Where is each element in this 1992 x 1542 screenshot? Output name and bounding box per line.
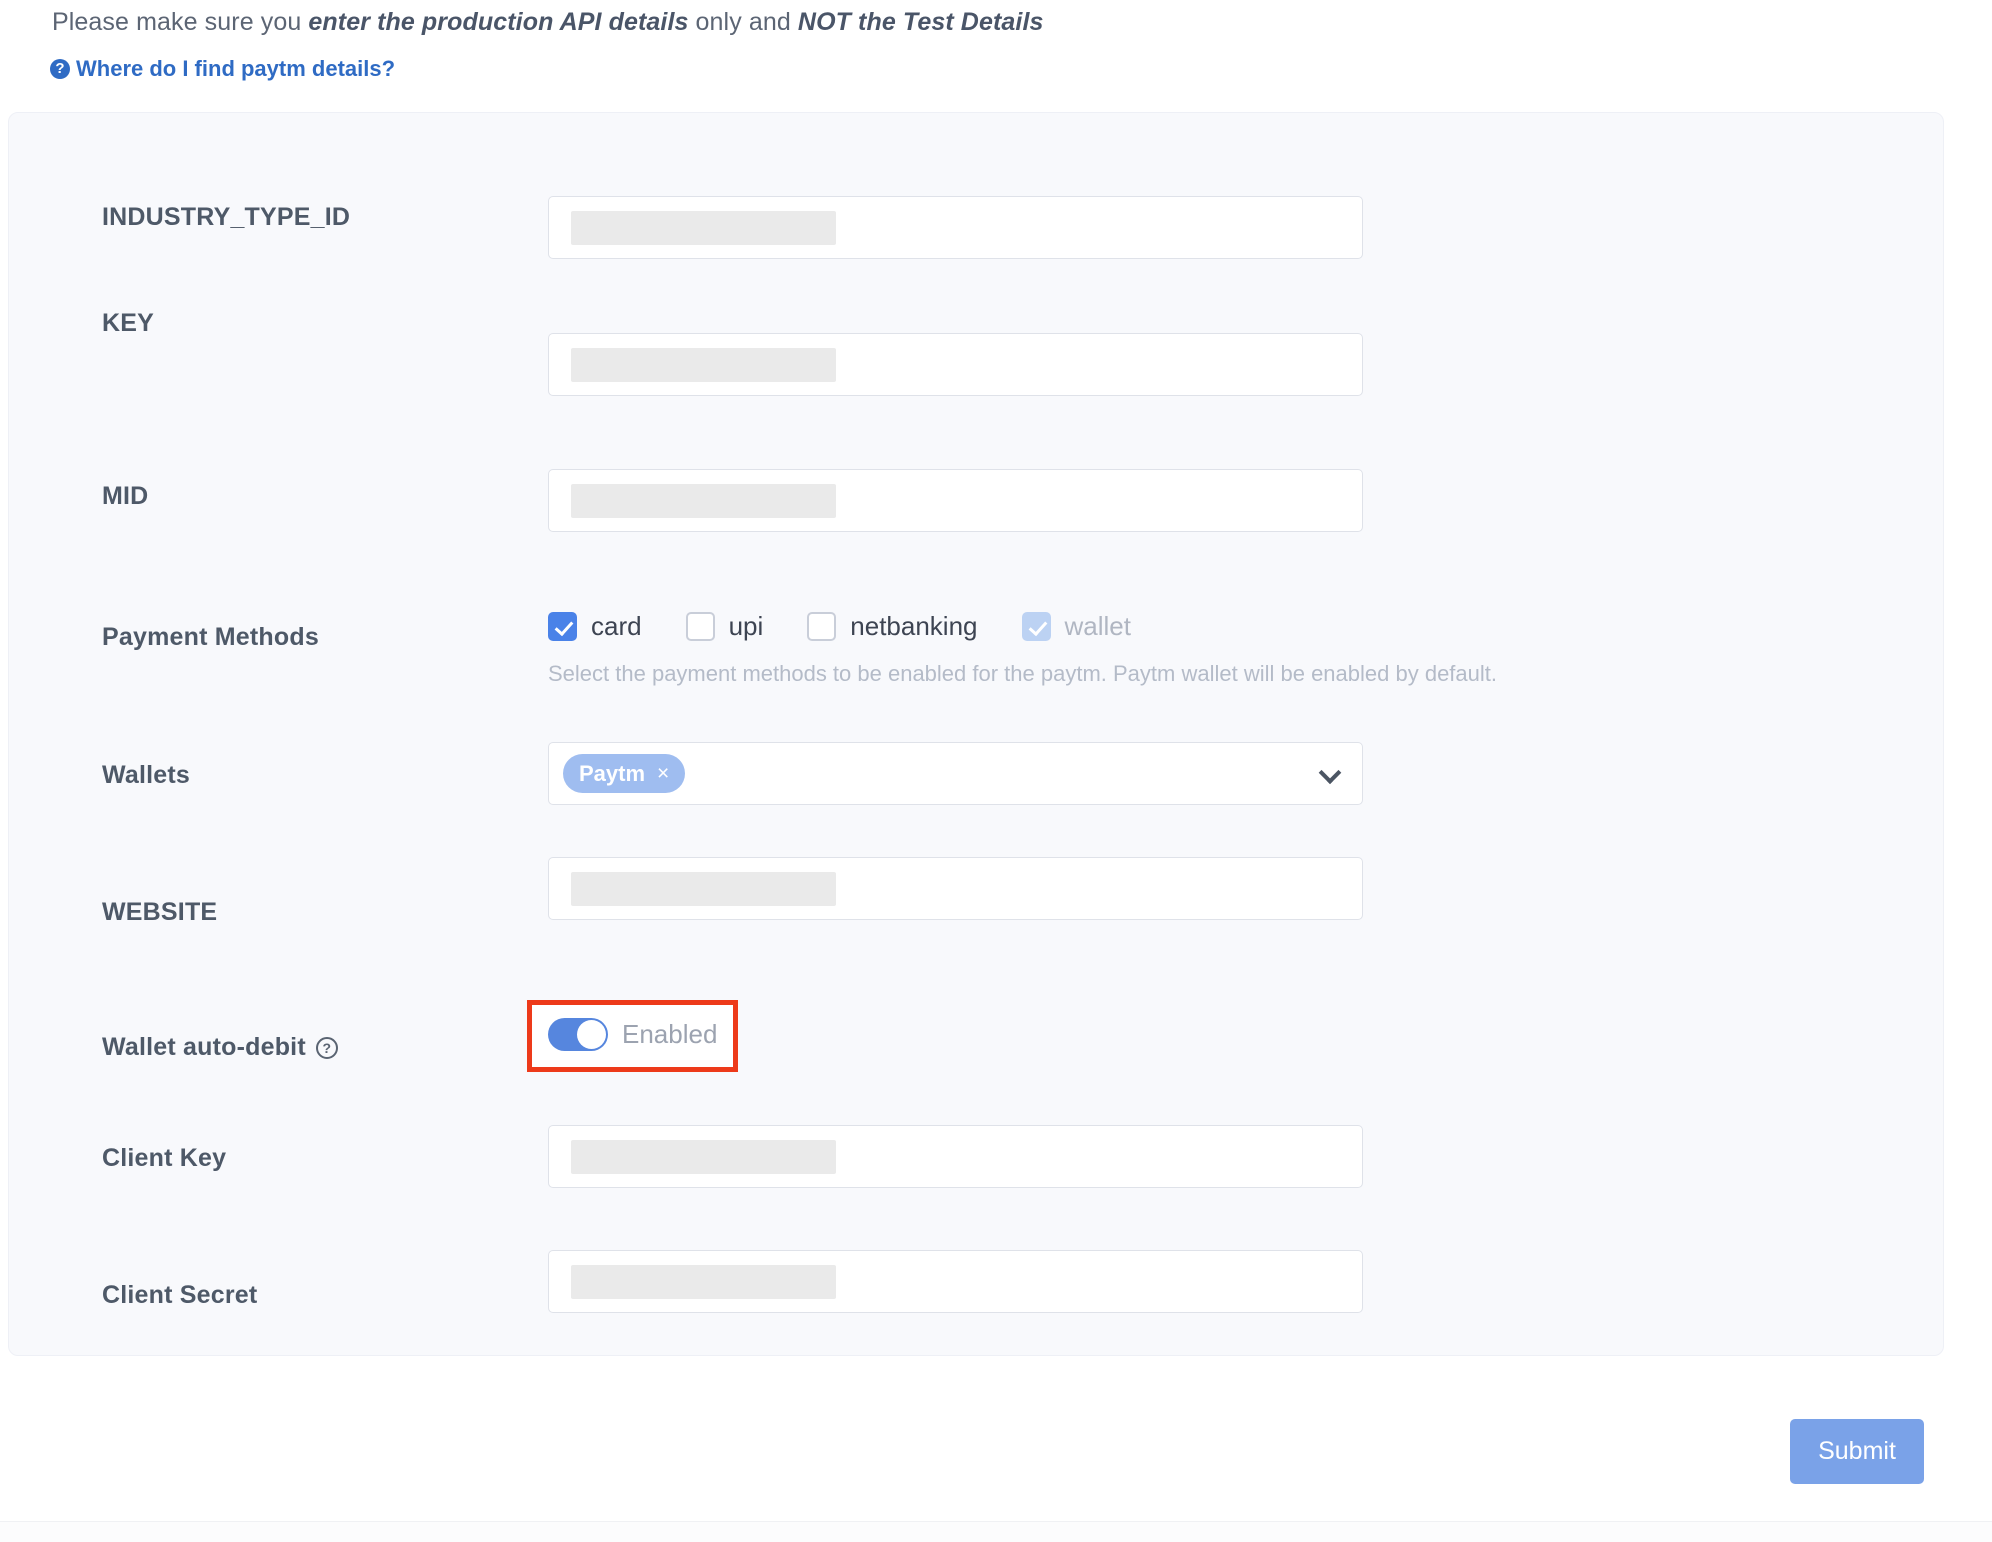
production-details-notice: Please make sure you enter the productio… xyxy=(52,8,1044,37)
checkbox-netbanking-box[interactable] xyxy=(807,612,837,641)
redacted-value xyxy=(571,484,836,518)
redacted-value xyxy=(571,1140,836,1174)
question-circle-icon: ? xyxy=(50,59,70,79)
checkbox-wallet-label: wallet xyxy=(1064,611,1131,641)
checkbox-wallet-box xyxy=(1021,612,1051,641)
payment-methods-helper-text: Select the payment methods to be enabled… xyxy=(548,661,1497,686)
wallet-auto-debit-text: Wallet auto-debit xyxy=(102,1033,306,1061)
wallet-auto-debit-toggle-wrap: Enabled xyxy=(548,1018,717,1051)
where-to-find-paytm-details-link[interactable]: ? Where do I find paytm details? xyxy=(50,56,395,82)
redacted-value xyxy=(571,211,836,245)
label-website: WEBSITE xyxy=(102,898,218,926)
checkbox-netbanking-label: netbanking xyxy=(850,611,978,641)
remove-icon[interactable]: × xyxy=(657,763,669,784)
wallet-tag-paytm[interactable]: Paytm × xyxy=(563,754,686,793)
checkbox-card-box[interactable] xyxy=(548,612,577,641)
submit-button[interactable]: Submit xyxy=(1790,1419,1924,1484)
label-wallets: Wallets xyxy=(102,761,190,789)
wallet-auto-debit-state-label: Enabled xyxy=(622,1019,718,1049)
wallet-tag-label: Paytm xyxy=(579,760,646,786)
checkbox-card[interactable]: card xyxy=(548,611,642,642)
checkbox-netbanking[interactable]: netbanking xyxy=(807,611,978,642)
label-key: KEY xyxy=(102,309,155,337)
redacted-value xyxy=(571,872,836,906)
notice-part-1: Please make sure you xyxy=(52,8,309,36)
key-input[interactable] xyxy=(548,333,1363,396)
label-payment-methods: Payment Methods xyxy=(102,623,319,651)
wallets-multiselect[interactable]: Paytm × xyxy=(548,742,1363,805)
label-client-secret: Client Secret xyxy=(102,1281,258,1309)
wallet-auto-debit-toggle[interactable] xyxy=(548,1018,608,1051)
industry-type-id-input[interactable] xyxy=(548,196,1363,259)
question-circle-outline-icon[interactable]: ? xyxy=(315,1036,338,1059)
notice-emphasis-1: enter the production API details xyxy=(308,8,689,36)
payment-methods-checkbox-group: card upi netbanking wallet xyxy=(548,611,1131,642)
checkbox-upi-label: upi xyxy=(728,611,764,641)
label-industry-type-id: INDUSTRY_TYPE_ID xyxy=(102,203,351,231)
toggle-knob xyxy=(577,1020,606,1049)
help-link-label: Where do I find paytm details? xyxy=(76,56,396,81)
paytm-credentials-form-page: Please make sure you enter the productio… xyxy=(0,0,1992,1542)
label-wallet-auto-debit: Wallet auto-debit ? xyxy=(102,1033,338,1062)
chevron-down-icon[interactable] xyxy=(1318,760,1342,784)
label-mid: MID xyxy=(102,482,149,510)
redacted-value xyxy=(571,1265,836,1299)
notice-part-2: only and xyxy=(688,8,798,36)
notice-emphasis-2: NOT the Test Details xyxy=(797,8,1044,36)
mid-input[interactable] xyxy=(548,469,1363,532)
website-input[interactable] xyxy=(548,857,1363,920)
checkbox-wallet: wallet xyxy=(1021,611,1131,642)
client-secret-input[interactable] xyxy=(548,1250,1363,1313)
footer-area xyxy=(0,1522,1992,1542)
label-client-key: Client Key xyxy=(102,1144,227,1172)
checkbox-card-label: card xyxy=(591,611,642,641)
redacted-value xyxy=(571,348,836,382)
checkbox-upi[interactable]: upi xyxy=(685,611,764,642)
checkbox-upi-box[interactable] xyxy=(685,612,715,641)
client-key-input[interactable] xyxy=(548,1125,1363,1188)
